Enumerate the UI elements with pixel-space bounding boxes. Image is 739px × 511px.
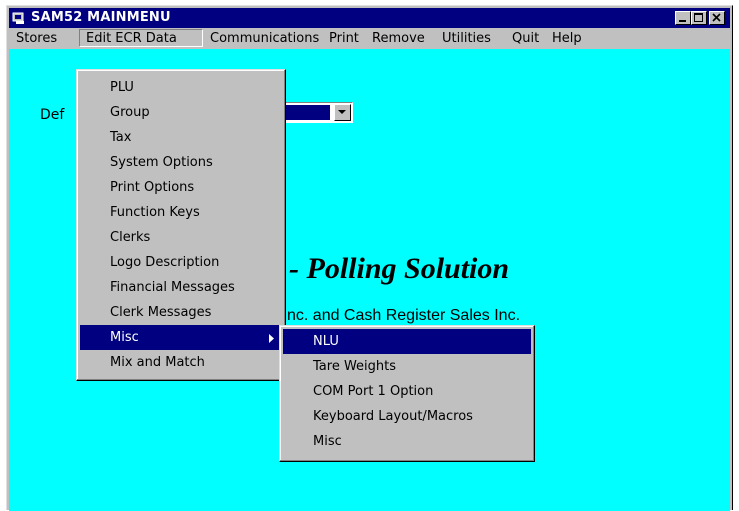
submenu-item-keyboard-layout-macros[interactable]: Keyboard Layout/Macros bbox=[283, 404, 531, 429]
default-label: Def bbox=[40, 107, 65, 123]
menu-print[interactable]: Print bbox=[329, 31, 359, 46]
menu-item-group[interactable]: Group bbox=[80, 100, 282, 125]
menu-help[interactable]: Help bbox=[552, 31, 582, 46]
submenu-item-com-port-1-option[interactable]: COM Port 1 Option bbox=[283, 379, 531, 404]
title-bar[interactable]: SAM52 MAINMENU bbox=[9, 8, 730, 28]
menu-item-financial-messages[interactable]: Financial Messages bbox=[80, 275, 282, 300]
menu-stores[interactable]: Stores bbox=[16, 31, 57, 46]
minimize-icon bbox=[679, 20, 686, 22]
submenu-arrow-icon bbox=[269, 334, 274, 343]
submenu-item-misc[interactable]: Misc bbox=[283, 429, 531, 454]
menu-item-function-keys[interactable]: Function Keys bbox=[80, 200, 282, 225]
menu-item-print-options[interactable]: Print Options bbox=[80, 175, 282, 200]
minimize-button[interactable] bbox=[675, 11, 691, 25]
submenu-item-nlu[interactable]: NLU bbox=[283, 329, 531, 354]
chevron-down-icon bbox=[338, 110, 346, 114]
menu-item-misc-label: Misc bbox=[110, 330, 139, 345]
menu-utilities[interactable]: Utilities bbox=[442, 31, 491, 46]
menu-communications[interactable]: Communications bbox=[210, 31, 319, 46]
submenu-item-tare-weights[interactable]: Tare Weights bbox=[283, 354, 531, 379]
menu-remove[interactable]: Remove bbox=[372, 31, 425, 46]
headline-text: - Polling Solution bbox=[289, 252, 510, 285]
combobox-dropdown-button[interactable] bbox=[334, 104, 351, 121]
menu-bar: Stores Edit ECR Data Communications Prin… bbox=[9, 28, 730, 48]
maximize-button[interactable] bbox=[691, 11, 707, 25]
close-icon bbox=[712, 13, 721, 22]
app-icon[interactable] bbox=[12, 11, 26, 25]
menu-edit-ecr-data[interactable]: Edit ECR Data bbox=[86, 31, 177, 46]
window-title: SAM52 MAINMENU bbox=[31, 10, 171, 25]
menu-item-plu[interactable]: PLU bbox=[80, 75, 282, 100]
menu-item-logo-description[interactable]: Logo Description bbox=[80, 250, 282, 275]
menu-item-system-options[interactable]: System Options bbox=[80, 150, 282, 175]
menu-item-misc[interactable]: Misc bbox=[80, 325, 282, 350]
maximize-icon bbox=[694, 13, 703, 22]
menu-quit[interactable]: Quit bbox=[512, 31, 539, 46]
menu-item-mix-and-match[interactable]: Mix and Match bbox=[80, 350, 282, 375]
menu-item-clerk-messages[interactable]: Clerk Messages bbox=[80, 300, 282, 325]
edit-ecr-data-menu: PLU Group Tax System Options Print Optio… bbox=[76, 69, 286, 381]
misc-submenu: NLU Tare Weights COM Port 1 Option Keybo… bbox=[279, 325, 535, 462]
credit-text: nc. and Cash Register Sales Inc. bbox=[287, 307, 521, 324]
menu-item-tax[interactable]: Tax bbox=[80, 125, 282, 150]
menu-item-clerks[interactable]: Clerks bbox=[80, 225, 282, 250]
close-button[interactable] bbox=[709, 11, 725, 25]
